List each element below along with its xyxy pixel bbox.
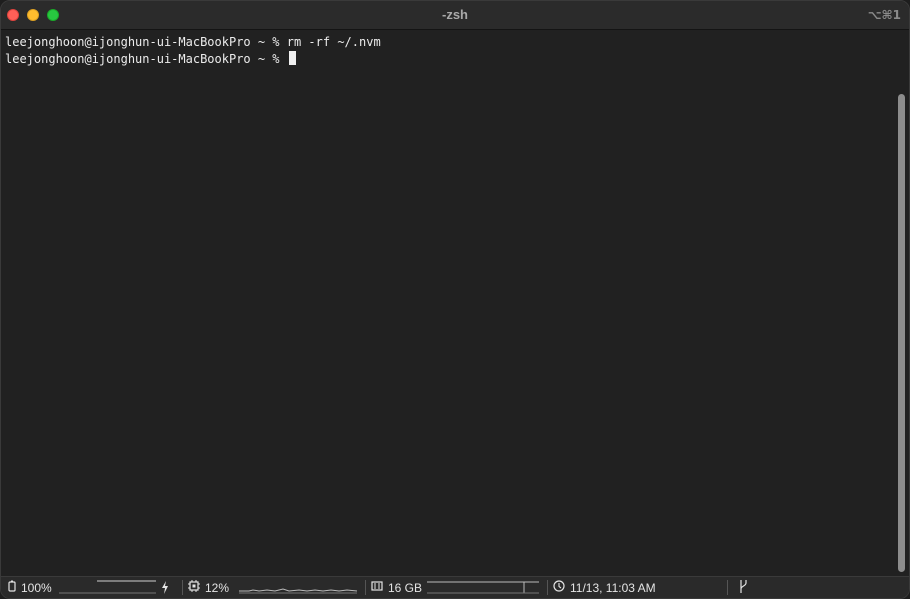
scrollbar-thumb[interactable] [898,94,905,572]
memory-value: 16 GB [388,580,423,595]
battery-icon [8,580,16,595]
charging-icon [161,577,169,598]
clock-status[interactable]: 11/13, 11:03 AM [553,577,656,598]
memory-icon [371,580,383,595]
status-separator [727,580,728,595]
status-separator [182,580,183,595]
terminal-output[interactable]: leejonghoon@ijonghun-ui-MacBookPro ~ % r… [1,30,895,576]
terminal-line-text: leejonghoon@ijonghun-ui-MacBookPro ~ % r… [5,35,381,49]
text-cursor [288,51,296,65]
clock-value: 11/13, 11:03 AM [570,580,656,595]
scrollbar[interactable] [895,30,909,576]
clock-icon [553,580,565,595]
cpu-value: 12% [205,580,230,595]
status-bar: 100% 12% 16 GB 11/13, 11:03 AM [1,576,909,598]
cpu-status[interactable]: 12% [188,577,229,598]
memory-graph [427,581,539,594]
title-bar[interactable]: -zsh ⌥⌘1 [1,1,909,30]
terminal-window: -zsh ⌥⌘1 leejonghoon@ijonghun-ui-MacBook… [0,0,910,599]
cpu-graph [239,588,358,594]
git-status[interactable] [738,577,753,598]
git-branch-icon [738,579,748,596]
terminal-prompt-text: leejonghoon@ijonghun-ui-MacBookPro ~ % [5,52,287,66]
window-title: -zsh [442,7,468,22]
status-separator [547,580,548,595]
terminal-prompt-line: leejonghoon@ijonghun-ui-MacBookPro ~ % [5,51,895,68]
battery-status[interactable]: 100% [8,577,52,598]
battery-graph [59,580,156,594]
memory-status[interactable]: 16 GB [371,577,422,598]
cpu-icon [188,580,200,595]
terminal-line: leejonghoon@ijonghun-ui-MacBookPro ~ % r… [5,34,895,51]
window-shortcut: ⌥⌘1 [867,8,901,22]
battery-value: 100% [21,580,52,595]
status-separator [365,580,366,595]
